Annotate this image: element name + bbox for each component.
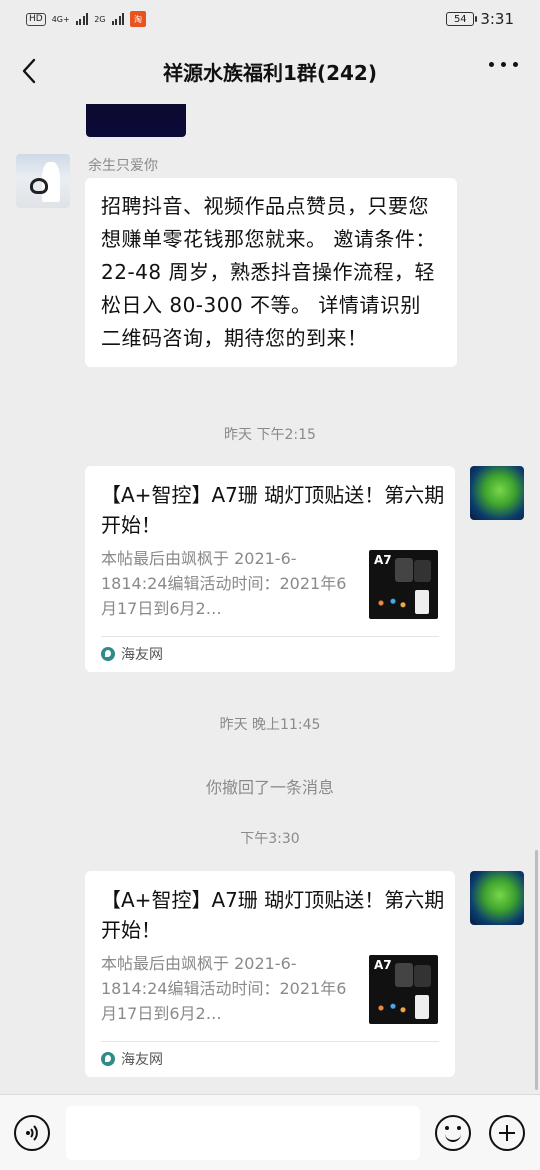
link-card[interactable]: 【A+智控】A7珊 瑚灯顶贴送！第六期开始！ 本帖最后由飒枫于 2021-6-1… bbox=[85, 466, 455, 672]
network-label-2: 2G bbox=[94, 14, 106, 24]
chat-header: 祥源水族福利1群(242) bbox=[0, 38, 540, 104]
card-description: 本帖最后由飒枫于 2021-6-1814:24编辑活动时间：2021年6月17日… bbox=[101, 549, 347, 618]
emoji-button[interactable] bbox=[435, 1115, 471, 1151]
more-button[interactable] bbox=[489, 62, 518, 67]
source-logo-icon bbox=[101, 647, 115, 661]
card-thumbnail: A7 bbox=[369, 955, 438, 1024]
previous-image-message[interactable] bbox=[86, 104, 186, 137]
status-bar: HD 4G+ 2G 淘 54 3:31 bbox=[0, 0, 540, 38]
card-description: 本帖最后由飒枫于 2021-6-1814:24编辑活动时间：2021年6月17日… bbox=[101, 954, 347, 1023]
more-dot bbox=[501, 62, 506, 67]
more-dots-icon bbox=[489, 62, 494, 67]
thumb-device bbox=[395, 558, 413, 582]
hd-indicator: HD bbox=[26, 12, 46, 26]
status-left: HD 4G+ 2G 淘 bbox=[26, 11, 146, 27]
card-thumbnail: A7 bbox=[369, 550, 438, 619]
timestamp: 昨天 下午2:15 bbox=[224, 427, 316, 443]
message-list[interactable]: 余生只爱你 招聘抖音、视频作品点赞员，只要您想赚单零花钱那您就来。 邀请条件：2… bbox=[0, 104, 540, 1094]
voice-icon bbox=[26, 1125, 38, 1141]
thumb-phone bbox=[415, 995, 429, 1019]
timestamp: 下午3:30 bbox=[240, 831, 300, 847]
chat-title: 祥源水族福利1群(242) bbox=[163, 60, 377, 85]
voice-button[interactable] bbox=[14, 1115, 50, 1151]
self-avatar[interactable] bbox=[470, 871, 524, 925]
message-bubble[interactable]: 招聘抖音、视频作品点赞员，只要您想赚单零花钱那您就来。 邀请条件：22-48 周… bbox=[85, 178, 457, 367]
source-name: 海友网 bbox=[121, 1052, 163, 1068]
card-source: 海友网 bbox=[101, 1049, 163, 1069]
avatar-bike bbox=[30, 178, 48, 194]
battery-level: 54 bbox=[453, 13, 467, 25]
thumb-label: A7 bbox=[374, 958, 392, 972]
status-time: 3:31 bbox=[480, 10, 514, 28]
thumb-device bbox=[414, 560, 431, 582]
card-source: 海友网 bbox=[101, 644, 163, 664]
self-avatar[interactable] bbox=[470, 466, 524, 520]
more-actions-button[interactable] bbox=[489, 1115, 525, 1151]
recall-notice: 你撤回了一条消息 bbox=[205, 778, 334, 797]
sender-avatar[interactable] bbox=[16, 154, 70, 208]
card-title: 【A+智控】A7珊 瑚灯顶贴送！第六期开始！ bbox=[101, 888, 445, 942]
scrollbar[interactable] bbox=[535, 850, 538, 1090]
card-title: 【A+智控】A7珊 瑚灯顶贴送！第六期开始！ bbox=[101, 483, 445, 537]
message-input[interactable] bbox=[66, 1106, 420, 1160]
card-divider bbox=[101, 636, 439, 637]
thumb-label: A7 bbox=[374, 553, 392, 567]
more-dot bbox=[513, 62, 518, 67]
thumb-device bbox=[414, 965, 431, 987]
sender-name: 余生只爱你 bbox=[88, 158, 158, 174]
link-card[interactable]: 【A+智控】A7珊 瑚灯顶贴送！第六期开始！ 本帖最后由飒枫于 2021-6-1… bbox=[85, 871, 455, 1077]
source-logo-icon bbox=[101, 1052, 115, 1066]
status-right: 54 3:31 bbox=[446, 10, 514, 28]
thumb-corals bbox=[373, 594, 413, 612]
thumb-device bbox=[395, 963, 413, 987]
signal-icon-2 bbox=[111, 13, 124, 25]
taobao-app-icon: 淘 bbox=[130, 11, 146, 27]
network-label-1: 4G+ bbox=[51, 14, 70, 24]
signal-icon bbox=[75, 13, 89, 25]
timestamp: 昨天 晚上11:45 bbox=[219, 717, 321, 733]
thumb-phone bbox=[415, 590, 429, 614]
source-name: 海友网 bbox=[121, 647, 163, 663]
thumb-corals bbox=[373, 999, 413, 1017]
battery-icon: 54 bbox=[446, 12, 478, 26]
card-divider bbox=[101, 1041, 439, 1042]
input-bar bbox=[0, 1094, 540, 1170]
